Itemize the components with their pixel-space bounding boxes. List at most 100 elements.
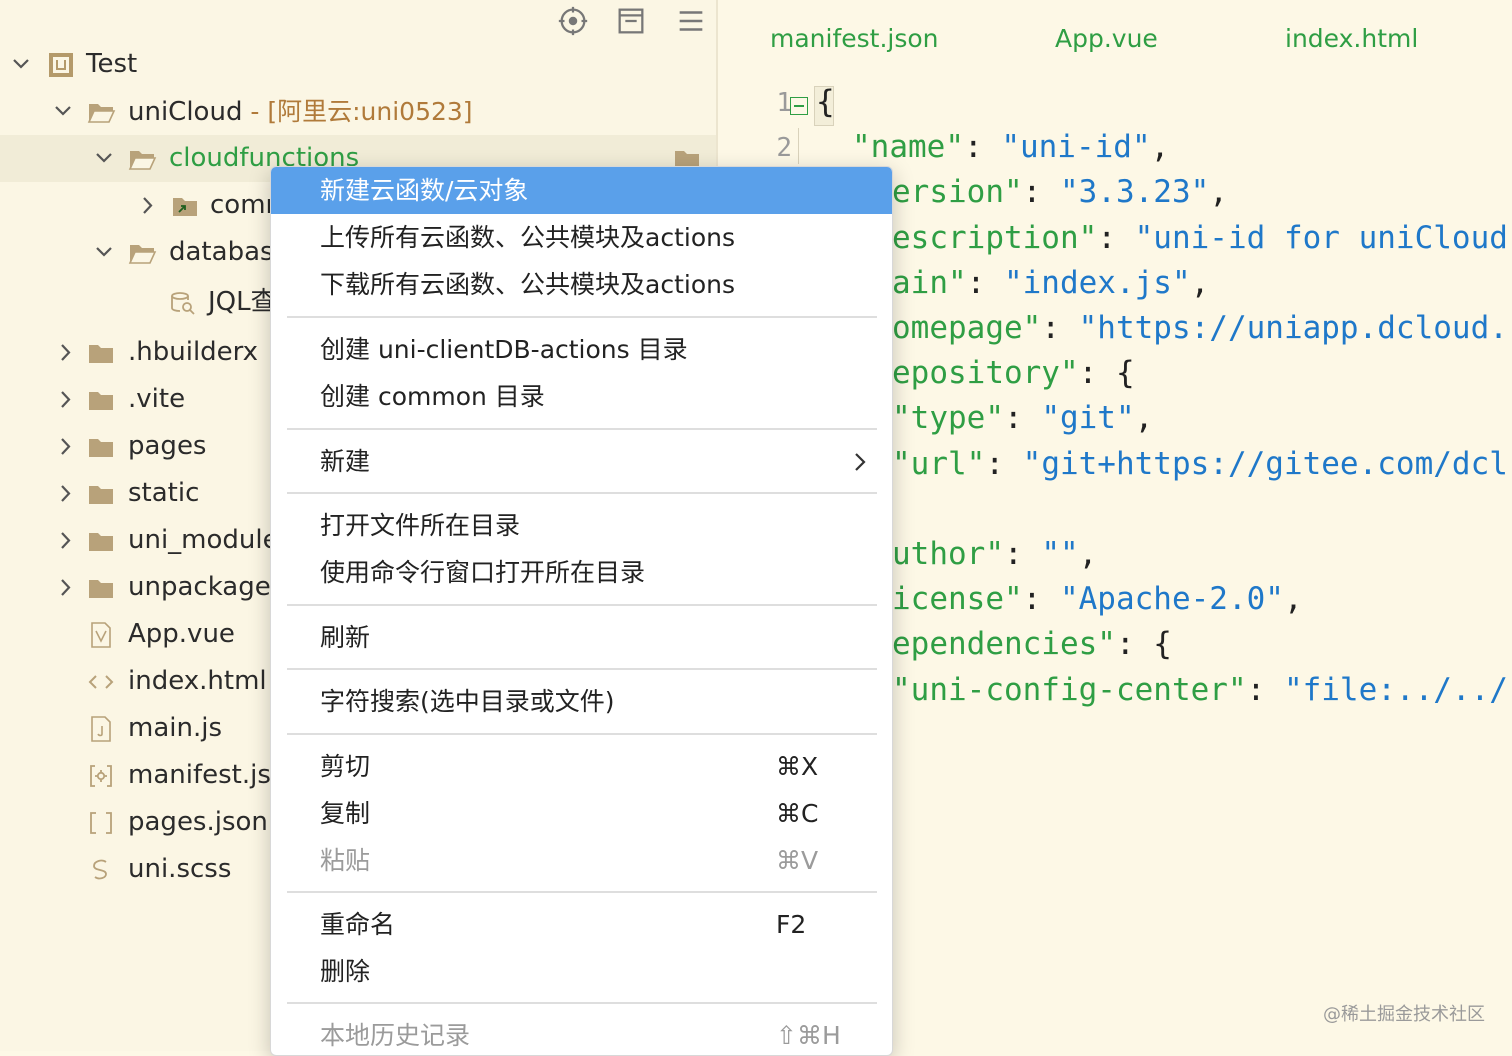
menu-item-shortcut: ⌘C <box>776 799 819 828</box>
line-number: 2 <box>776 133 792 163</box>
code-line[interactable]: { <box>816 84 835 120</box>
tree-item-label: uni.scss <box>128 846 231 893</box>
code-token: , <box>1209 174 1228 211</box>
code-line[interactable]: omepage": "https://uniapp.dcloud. <box>892 310 1508 346</box>
menu-separator <box>287 1002 877 1004</box>
code-token: : <box>963 129 1002 166</box>
code-line[interactable]: "name": "uni-id", <box>852 129 1169 165</box>
folder-icon <box>86 338 116 368</box>
code-token: "name" <box>852 129 964 166</box>
code-line[interactable]: epository": { <box>892 355 1135 391</box>
menu-item-label: 复制 <box>320 799 371 828</box>
code-line[interactable]: escription": "uni-id for uniCloud <box>892 220 1508 256</box>
tree-item-label: main.js <box>128 705 222 752</box>
menu-item[interactable]: 刷新 <box>271 614 892 661</box>
chevron-right-icon[interactable] <box>52 564 78 611</box>
code-token: ependencies" <box>892 626 1116 663</box>
code-token: icense" <box>892 581 1023 618</box>
code-token: : <box>1041 310 1079 346</box>
line-number: 1 <box>776 88 792 118</box>
menu-item[interactable]: 创建 uni-clientDB-actions 目录 <box>271 326 892 373</box>
code-line[interactable]: "type": "git", <box>892 400 1153 436</box>
code-line[interactable]: "uni-config-center": "file:../../ <box>892 672 1508 708</box>
chevron-right-icon[interactable] <box>52 376 78 423</box>
editor-tab[interactable]: App.vue <box>1055 24 1158 53</box>
code-line[interactable]: ersion": "3.3.23", <box>892 174 1228 210</box>
code-token: escription" <box>892 219 1098 256</box>
chevron-right-icon[interactable] <box>52 329 78 376</box>
locate-icon[interactable] <box>556 4 590 38</box>
menu-separator <box>287 668 877 670</box>
chevron-right-icon[interactable] <box>134 182 160 229</box>
chevron-right-icon[interactable] <box>52 517 78 564</box>
code-line[interactable]: icense": "Apache-2.0", <box>892 581 1303 617</box>
submenu-chevron-icon <box>847 449 873 475</box>
menu-item-label: 重命名 <box>320 910 396 939</box>
menu-item[interactable]: 新建云函数/云对象 <box>271 167 892 214</box>
tree-item-name: uniCloud <box>128 97 243 127</box>
chevron-right-icon[interactable] <box>52 470 78 517</box>
code-token: ain" <box>892 264 967 301</box>
chevron-down-icon[interactable] <box>91 135 117 182</box>
menu-item[interactable]: 下载所有云函数、公共模块及actions <box>271 261 892 308</box>
chevron-down-icon[interactable] <box>91 229 117 276</box>
tree-item-name: uni_modules <box>128 525 293 555</box>
code-token: uthor" <box>892 536 1004 572</box>
fold-toggle-icon[interactable] <box>790 97 808 115</box>
tree-item-label: static <box>128 470 199 517</box>
tree-item-label: Test <box>86 41 137 88</box>
tree-item-label: .vite <box>128 376 185 423</box>
code-line[interactable]: ain": "index.js", <box>892 265 1209 301</box>
code-token: { <box>816 84 835 120</box>
code-token: : <box>985 445 1023 482</box>
code-line[interactable]: uthor": "", <box>892 536 1097 572</box>
js-file-icon <box>86 714 116 744</box>
tree-item-name: JQL查 <box>208 287 277 317</box>
editor-tab[interactable]: manifest.json <box>770 24 939 53</box>
menu-item[interactable]: 上传所有云函数、公共模块及actions <box>271 214 892 261</box>
watermark: @稀土掘金技术社区 <box>1323 1004 1485 1025</box>
menu-item[interactable]: 剪切 ⌘X <box>271 743 892 790</box>
menu-item[interactable]: 打开文件所在目录 <box>271 502 892 549</box>
menu-item-shortcut: ⌘X <box>776 752 819 781</box>
tree-item-name: unpackage <box>128 572 271 602</box>
tree-item-label: JQL查 <box>208 279 277 326</box>
code-token: "Apache-2.0" <box>1059 581 1284 618</box>
menu-item-label: 创建 uni-clientDB-actions 目录 <box>320 335 688 364</box>
menu-item-label: 创建 common 目录 <box>320 382 545 411</box>
menu-item[interactable]: 重命名 F2 <box>271 901 892 948</box>
code-token: : <box>1022 174 1060 211</box>
menu-item: 粘贴 ⌘V <box>271 837 892 884</box>
menu-item-label: 下载所有云函数、公共模块及actions <box>320 270 735 299</box>
code-line[interactable]: ependencies": { <box>892 626 1172 662</box>
indent-guide <box>798 128 799 164</box>
menu-separator <box>287 891 877 893</box>
chevron-down-icon[interactable] <box>8 41 34 88</box>
menu-item[interactable]: 复制 ⌘C <box>271 790 892 837</box>
editor-tab[interactable]: index.html <box>1285 24 1418 53</box>
code-token: "index.js" <box>1003 264 1191 301</box>
menu-icon[interactable] <box>674 4 708 38</box>
chevron-right-icon[interactable] <box>52 423 78 470</box>
menu-item[interactable]: 新建 <box>271 438 892 485</box>
tree-item[interactable]: uniCloud - [阿里云:uni0523] <box>0 88 716 135</box>
menu-item[interactable]: 使用命令行窗口打开所在目录 <box>271 549 892 596</box>
code-token: "" <box>1041 536 1079 572</box>
vue-file-icon <box>86 620 116 650</box>
folder-icon <box>86 526 116 556</box>
menu-item[interactable]: 创建 common 目录 <box>271 373 892 420</box>
menu-item[interactable]: 字符搜索(选中目录或文件) <box>271 678 892 725</box>
chevron-down-icon[interactable] <box>50 88 76 135</box>
menu-item-shortcut: F2 <box>776 910 807 939</box>
code-token: : { <box>1115 626 1172 663</box>
code-line[interactable]: "url": "git+https://gitee.com/dcl <box>892 446 1508 482</box>
menu-item[interactable]: 删除 <box>271 948 892 995</box>
code-token: "file:../../ <box>1283 671 1508 708</box>
code-token: "git+https://gitee.com/dcl <box>1022 445 1508 482</box>
tree-item-label: pages <box>128 423 206 470</box>
collapse-icon[interactable] <box>614 4 648 38</box>
menu-item-label: 上传所有云函数、公共模块及actions <box>320 223 735 252</box>
menu-item-label: 打开文件所在目录 <box>320 511 521 540</box>
tree-item[interactable]: Test <box>0 41 716 88</box>
menu-item-label: 字符搜索(选中目录或文件) <box>320 687 615 716</box>
